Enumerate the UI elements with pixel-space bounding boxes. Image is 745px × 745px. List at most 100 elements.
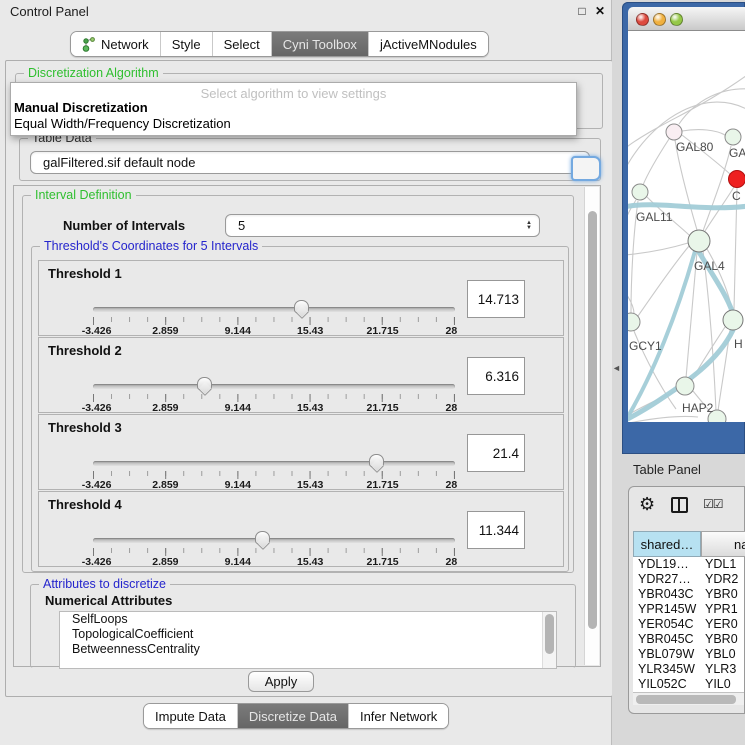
list-item[interactable]: SelfLoops: [60, 612, 556, 627]
network-graph: GAL80 GA C GAL11 GAL4 GCY1 H HAP2: [628, 31, 745, 422]
algorithm-dropdown-popup: Select algorithm to view settings Manual…: [10, 82, 577, 136]
columns-icon[interactable]: [671, 497, 688, 513]
slider-track[interactable]: [93, 384, 455, 389]
slider-major-ticks: [93, 471, 455, 479]
algorithm-hint: Select algorithm to view settings: [11, 83, 576, 100]
threshold-3-label: Threshold 3: [48, 420, 122, 435]
table-header: shared… na: [633, 531, 744, 557]
apply-button[interactable]: Apply: [248, 671, 314, 692]
tab-network-label: Network: [101, 37, 149, 52]
node-label-c: C: [732, 189, 741, 203]
threshold-1-label: Threshold 1: [48, 266, 122, 281]
threshold-4-label: Threshold 4: [48, 497, 122, 512]
slider-thumb[interactable]: [255, 531, 270, 544]
slider-track[interactable]: [93, 538, 455, 543]
slider-track[interactable]: [93, 461, 455, 466]
tab-impute-data[interactable]: Impute Data: [144, 704, 237, 728]
algorithm-combo-focused[interactable]: [571, 156, 601, 181]
close-traffic-light-icon[interactable]: [636, 13, 649, 26]
minimize-traffic-light-icon[interactable]: [653, 13, 666, 26]
tab-discretize-data[interactable]: Discretize Data: [237, 704, 348, 728]
list-item[interactable]: TopologicalCoefficient: [60, 627, 556, 642]
tab-discretize-data-label: Discretize Data: [249, 709, 337, 724]
table-data-group: Table Data galFiltered.sif default node …: [19, 138, 601, 181]
network-window-titlebar[interactable]: [628, 7, 745, 31]
number-of-intervals-combo[interactable]: 5 ▲▼: [225, 214, 540, 237]
node-ga-partial: [725, 129, 741, 145]
column-header-name[interactable]: na: [701, 531, 745, 557]
tab-jactivemnodules-label: jActiveMNodules: [380, 37, 477, 52]
threshold-1-value-field[interactable]: [467, 280, 525, 318]
column-header-shared-name[interactable]: shared…: [633, 531, 701, 557]
slider-thumb[interactable]: [369, 454, 384, 467]
table-row[interactable]: YBL079WYBL0: [633, 647, 744, 662]
node-label-gal4: GAL4: [694, 259, 725, 273]
threshold-4-panel: Threshold 4 -3.4262.859 9.14415.43 21.71…: [38, 491, 564, 567]
top-tab-bar: Network Style Select Cyni Toolbox jActiv…: [70, 31, 489, 57]
control-panel-titlebar: Control Panel □ ✕: [0, 0, 611, 22]
threshold-1-slider[interactable]: -3.4262.859 9.14415.43 21.71528: [93, 301, 455, 335]
node-label-hap2: HAP2: [682, 401, 714, 415]
slider-track[interactable]: [93, 307, 455, 312]
interval-definition-legend: Interval Definition: [31, 188, 136, 202]
table-row[interactable]: YBR043CYBR0: [633, 587, 744, 602]
table-row[interactable]: YPR145WYPR1: [633, 602, 744, 617]
slider-scale: -3.4262.859 9.14415.43 21.71528: [93, 479, 455, 491]
tab-infer-network-label: Infer Network: [360, 709, 437, 724]
threshold-2-slider[interactable]: -3.4262.859 9.14415.43 21.71528: [93, 378, 455, 412]
attributes-scrollbar[interactable]: [542, 612, 556, 668]
slider-scale: -3.4262.859 9.14415.43 21.71528: [93, 402, 455, 414]
table-body: YDL19…YDL1 YDR27…YDR2 YBR043CYBR0 YPR145…: [633, 557, 744, 694]
tab-select[interactable]: Select: [212, 32, 271, 56]
checked-checkboxes-icon[interactable]: ☑☑: [703, 497, 723, 511]
number-of-intervals-value: 5: [226, 218, 523, 233]
gear-icon[interactable]: ⚙: [639, 494, 655, 515]
settings-vertical-scrollbar[interactable]: [584, 187, 599, 665]
thresholds-group: Threshold's Coordinates for 5 Intervals …: [31, 246, 569, 572]
network-view-window[interactable]: GAL80 GA C GAL11 GAL4 GCY1 H HAP2: [622, 2, 745, 454]
table-row[interactable]: YDL19…YDL1: [633, 557, 744, 572]
table-data-combo[interactable]: galFiltered.sif default node ▲▼: [30, 151, 590, 174]
table-row[interactable]: YER054CYER0: [633, 617, 744, 632]
table-panel-title: Table Panel: [633, 462, 701, 477]
table-panel-window: ⚙ ☑☑ shared… na YDL19…YDL1 YDR27…YDR2 YB…: [628, 486, 745, 714]
tab-network[interactable]: Network: [71, 32, 160, 56]
tab-infer-network[interactable]: Infer Network: [348, 704, 448, 728]
tab-jactivemnodules[interactable]: jActiveMNodules: [368, 32, 488, 56]
zoom-traffic-light-icon[interactable]: [670, 13, 683, 26]
list-item[interactable]: BetweennessCentrality: [60, 642, 556, 657]
table-horizontal-scrollbar[interactable]: [633, 692, 744, 705]
threshold-4-slider[interactable]: -3.4262.859 9.14415.43 21.71528: [93, 532, 455, 566]
settings-scroll-area: Interval Definition Number of Intervals …: [13, 185, 601, 667]
close-panel-icon[interactable]: ✕: [593, 4, 607, 18]
tab-style[interactable]: Style: [160, 32, 212, 56]
threshold-1-panel: Threshold 1 -3.4262.859 9.14415.43 21.71…: [38, 260, 564, 336]
tab-cyni-toolbox[interactable]: Cyni Toolbox: [271, 32, 368, 56]
algorithm-option-equal-width[interactable]: Equal Width/Frequency Discretization: [11, 116, 576, 132]
slider-major-ticks: [93, 548, 455, 556]
thresholds-legend: Threshold's Coordinates for 5 Intervals: [40, 239, 262, 253]
slider-thumb[interactable]: [197, 377, 212, 390]
table-row[interactable]: YLR345WYLR3: [633, 662, 744, 677]
table-row[interactable]: YDR27…YDR2: [633, 572, 744, 587]
scrollbar-thumb[interactable]: [636, 695, 736, 704]
numerical-attributes-heading: Numerical Attributes: [45, 593, 172, 608]
network-icon: [82, 37, 95, 52]
table-row[interactable]: YIL052CYIL0: [633, 677, 744, 692]
threshold-2-value-field[interactable]: [467, 357, 525, 395]
slider-thumb[interactable]: [294, 300, 309, 313]
interval-definition-group: Interval Definition Number of Intervals …: [22, 195, 574, 573]
table-toolbar: ⚙ ☑☑: [629, 487, 744, 525]
table-row[interactable]: YBR045CYBR0: [633, 632, 744, 647]
threshold-3-slider[interactable]: -3.4262.859 9.14415.43 21.71528: [93, 455, 455, 489]
float-window-icon[interactable]: □: [575, 4, 589, 18]
network-canvas[interactable]: GAL80 GA C GAL11 GAL4 GCY1 H HAP2: [628, 31, 745, 422]
algorithm-option-manual[interactable]: Manual Discretization: [11, 100, 576, 116]
scrollbar-thumb[interactable]: [588, 211, 597, 629]
panel-divider-collapse-icon[interactable]: ◄: [612, 363, 621, 373]
attributes-legend: Attributes to discretize: [39, 577, 170, 591]
node-h-partial: [723, 310, 743, 330]
threshold-3-value-field[interactable]: [467, 434, 525, 472]
numerical-attributes-list[interactable]: SelfLoops TopologicalCoefficient Between…: [59, 611, 557, 669]
threshold-4-value-field[interactable]: [467, 511, 525, 549]
